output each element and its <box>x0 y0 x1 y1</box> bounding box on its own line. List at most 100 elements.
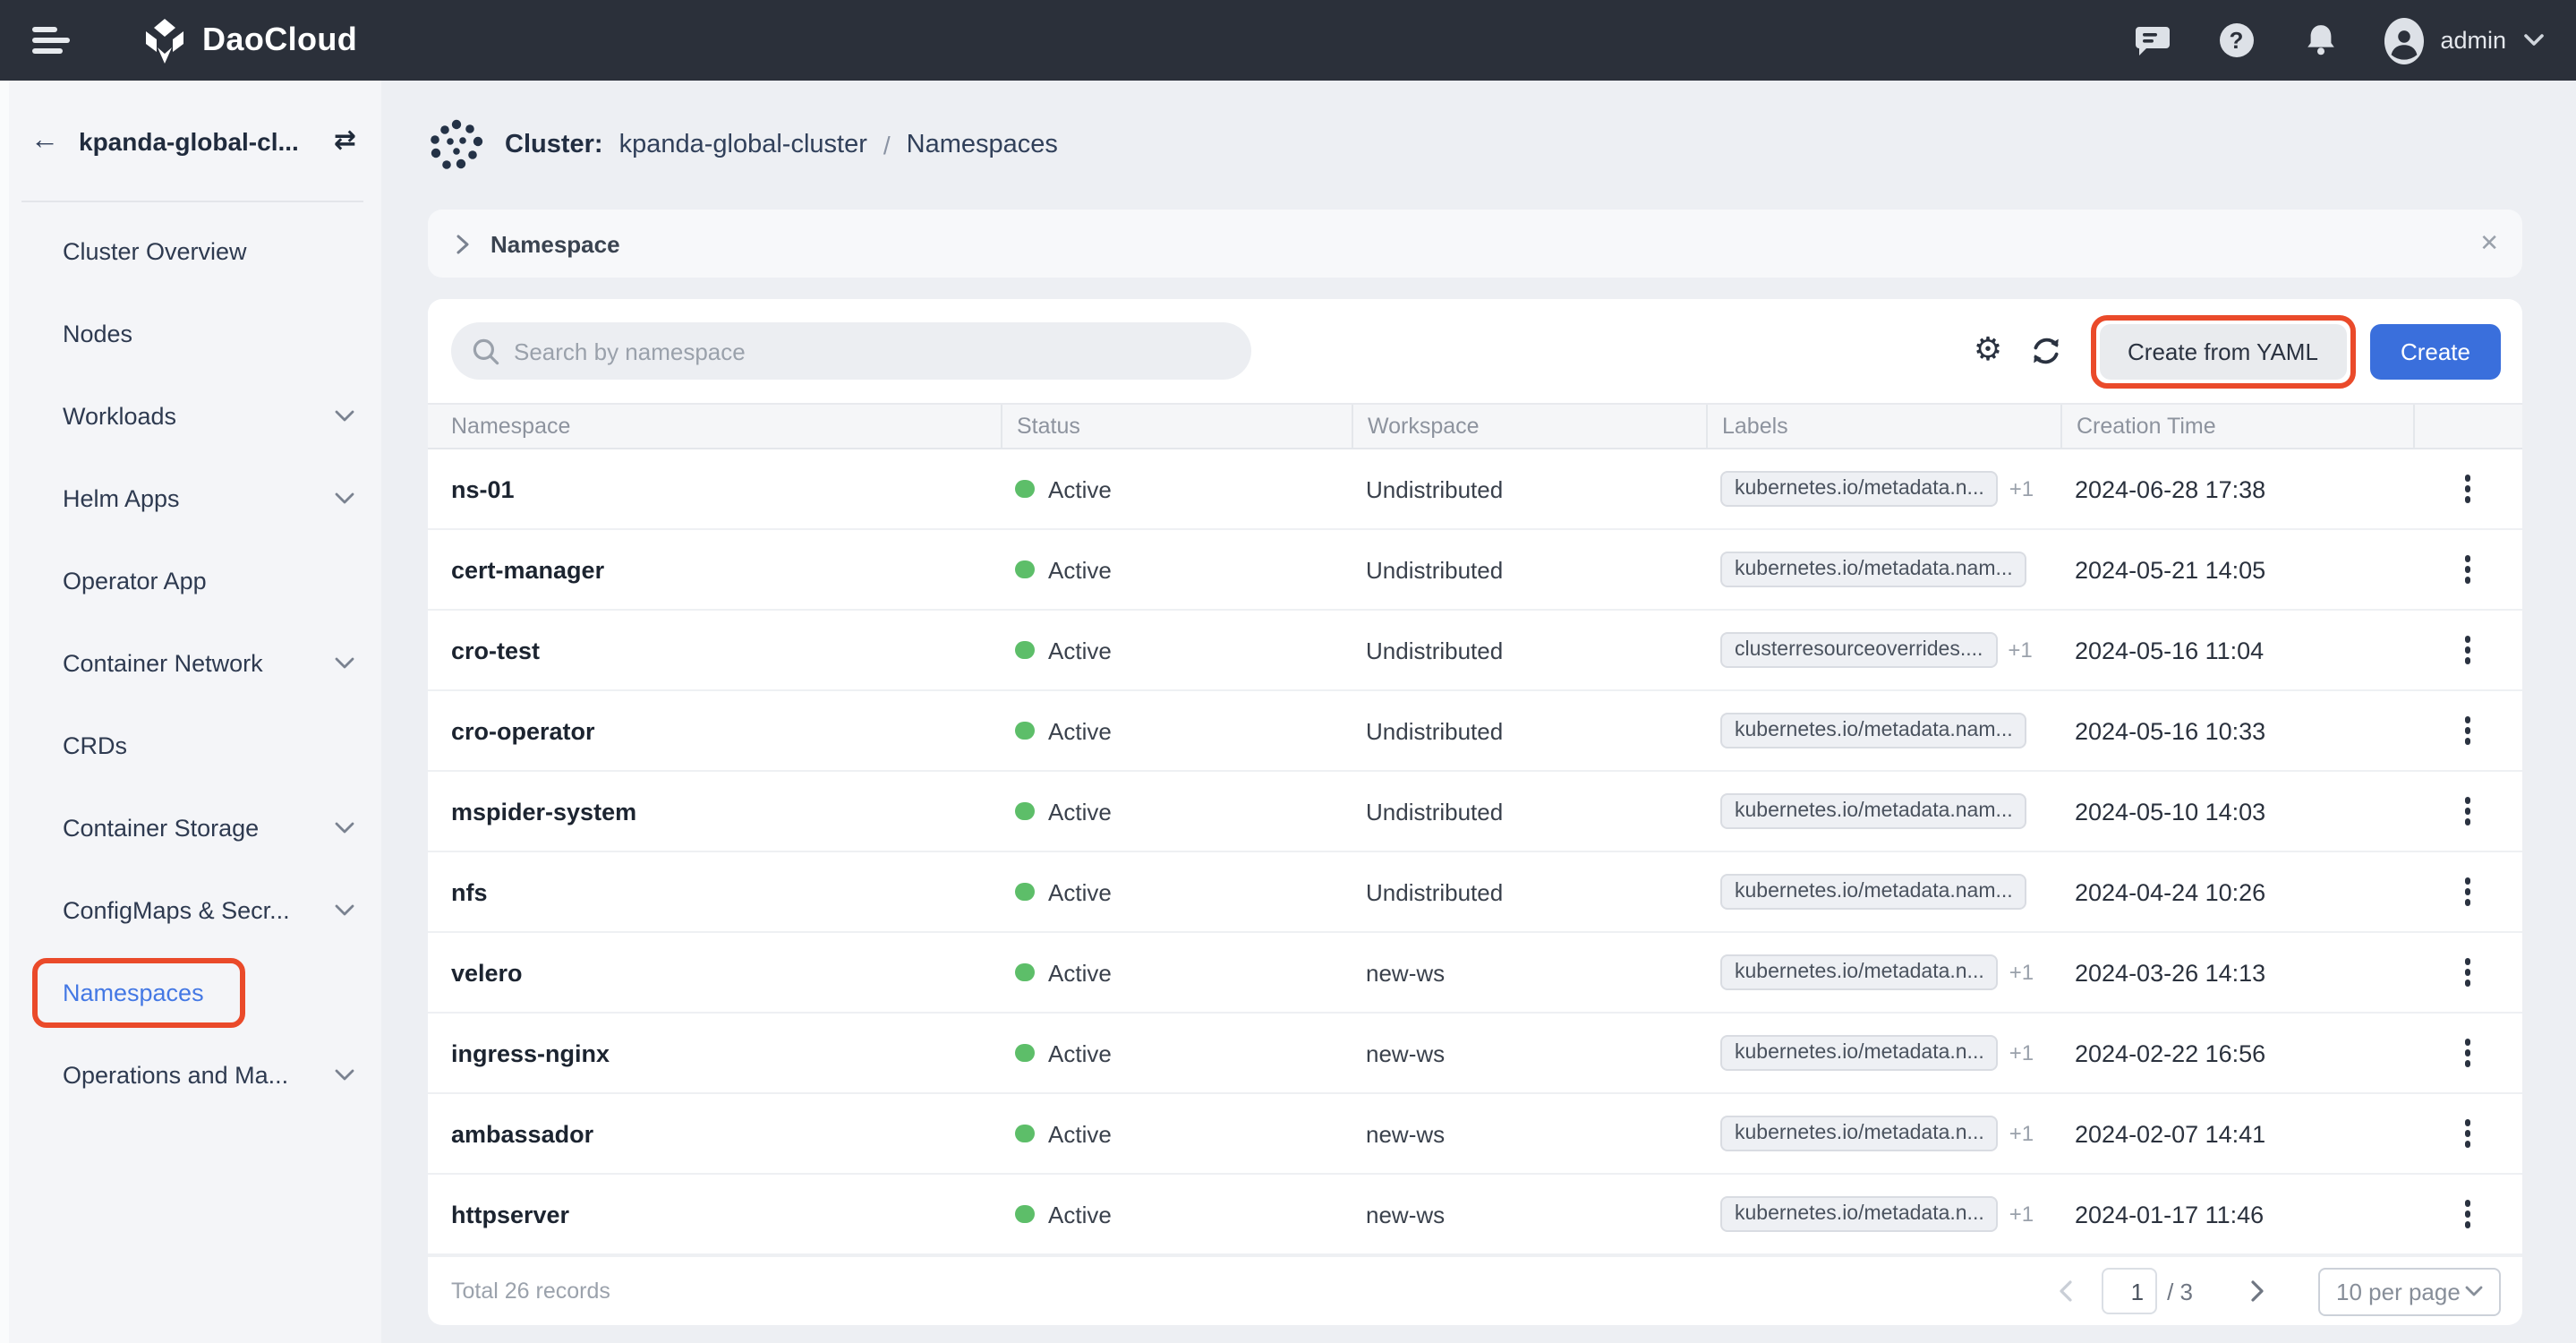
workspace-value: Undistributed <box>1366 475 1503 502</box>
namespace-collapse-panel[interactable]: Namespace ✕ <box>428 210 2522 278</box>
label-chip[interactable]: kubernetes.io/metadata.nam... <box>1720 713 2027 748</box>
creation-time-value: 2024-05-16 10:33 <box>2075 717 2265 744</box>
table-row-ambassador[interactable]: ambassador Active new-ws kubernetes.io/m… <box>428 1094 2522 1175</box>
status-text: Active <box>1048 1039 1112 1066</box>
sidebar-item-configmaps-secr[interactable]: ConfigMaps & Secr... <box>9 868 381 951</box>
label-extra-count[interactable]: +1 <box>2009 476 2034 501</box>
sidebar-cluster-name: kpanda-global-cl... <box>79 126 299 155</box>
row-actions-kebab-icon[interactable] <box>2458 1191 2478 1238</box>
label-chip[interactable]: kubernetes.io/metadata.n... <box>1720 1035 1999 1071</box>
page-size-select[interactable]: 10 per page <box>2318 1267 2501 1315</box>
settings-gear-icon[interactable]: ⚙ <box>1968 331 2008 371</box>
workspace-value: new-ws <box>1366 1201 1445 1228</box>
sidebar-item-cluster-overview[interactable]: Cluster Overview <box>9 210 381 292</box>
label-extra-count[interactable]: +1 <box>2009 1202 2034 1227</box>
label-chip[interactable]: kubernetes.io/metadata.nam... <box>1720 793 2027 829</box>
chevron-down-icon <box>335 1068 354 1081</box>
page-number-input[interactable] <box>2101 1268 2156 1314</box>
namespace-list-card: ⚙ Create from YAML Create <box>428 299 2522 1325</box>
column-header-workspace[interactable]: Workspace <box>1352 405 1706 448</box>
label-chip[interactable]: kubernetes.io/metadata.n... <box>1720 954 1999 990</box>
create-from-yaml-button[interactable]: Create from YAML <box>2099 323 2347 379</box>
label-chip[interactable]: kubernetes.io/metadata.nam... <box>1720 552 2027 587</box>
label-extra-count[interactable]: +1 <box>2008 637 2032 663</box>
label-extra-count[interactable]: +1 <box>2009 1121 2034 1146</box>
namespace-name[interactable]: mspider-system <box>451 798 636 825</box>
column-header-namespace[interactable]: Namespace <box>428 405 1001 448</box>
namespace-name[interactable]: cert-manager <box>451 556 604 583</box>
user-menu-chevron-down-icon[interactable] <box>2524 34 2544 47</box>
status-active-dot <box>1015 1044 1034 1063</box>
sidebar-item-operator-app[interactable]: Operator App <box>9 539 381 621</box>
label-extra-count[interactable]: +1 <box>2009 960 2034 985</box>
table-row-ingress-nginx[interactable]: ingress-nginx Active new-ws kubernetes.i… <box>428 1014 2522 1094</box>
next-page-icon[interactable] <box>2243 1277 2272 1305</box>
user-avatar[interactable] <box>2384 21 2424 60</box>
table-row-cro-test[interactable]: cro-test Active Undistributed clusterres… <box>428 611 2522 691</box>
namespace-name[interactable]: ambassador <box>451 1120 593 1147</box>
sidebar-item-nodes[interactable]: Nodes <box>9 292 381 374</box>
annotation-highlight-namespaces: Namespaces <box>32 957 245 1027</box>
namespace-name[interactable]: cro-test <box>451 637 540 663</box>
namespace-name[interactable]: ingress-nginx <box>451 1039 610 1066</box>
column-header-status[interactable]: Status <box>1001 405 1352 448</box>
back-arrow-icon[interactable]: ← <box>30 126 59 155</box>
username-label[interactable]: admin <box>2440 27 2506 54</box>
label-chip[interactable]: kubernetes.io/metadata.n... <box>1720 1196 1999 1232</box>
label-chip[interactable]: clusterresourceoverrides.... <box>1720 632 1997 668</box>
sidebar-item-helm-apps[interactable]: Helm Apps <box>9 457 381 539</box>
table-row-velero[interactable]: velero Active new-ws kubernetes.io/metad… <box>428 933 2522 1014</box>
sidebar-item-operations-and-ma[interactable]: Operations and Ma... <box>9 1033 381 1116</box>
namespace-name[interactable]: cro-operator <box>451 717 595 744</box>
row-actions-kebab-icon[interactable] <box>2458 1110 2478 1158</box>
search-box[interactable] <box>451 322 1251 380</box>
create-button[interactable]: Create <box>2370 323 2501 379</box>
namespace-name[interactable]: httpserver <box>451 1201 569 1228</box>
row-actions-kebab-icon[interactable] <box>2458 949 2478 997</box>
row-actions-kebab-icon[interactable] <box>2458 788 2478 835</box>
table-row-ns-01[interactable]: ns-01 Active Undistributed kubernetes.io… <box>428 449 2522 530</box>
row-actions-kebab-icon[interactable] <box>2458 707 2478 755</box>
sidebar-item-label: Nodes <box>63 320 132 346</box>
sidebar-item-container-storage[interactable]: Container Storage <box>9 786 381 868</box>
label-chip[interactable]: kubernetes.io/metadata.n... <box>1720 1116 1999 1151</box>
table-toolbar: ⚙ Create from YAML Create <box>428 299 2522 403</box>
table-row-mspider-system[interactable]: mspider-system Active Undistributed kube… <box>428 772 2522 852</box>
row-actions-kebab-icon[interactable] <box>2458 466 2478 513</box>
daocloud-logo: DaoCloud <box>141 17 357 64</box>
column-header-creation-time[interactable]: Creation Time <box>2060 405 2413 448</box>
previous-page-icon[interactable] <box>2051 1277 2079 1305</box>
help-icon[interactable]: ? <box>2216 21 2256 60</box>
row-actions-kebab-icon[interactable] <box>2458 1030 2478 1077</box>
table-row-httpserver[interactable]: httpserver Active new-ws kubernetes.io/m… <box>428 1175 2522 1255</box>
row-actions-kebab-icon[interactable] <box>2458 868 2478 916</box>
namespace-name[interactable]: velero <box>451 959 523 986</box>
column-header-labels[interactable]: Labels <box>1706 405 2060 448</box>
switch-cluster-icon[interactable]: ⇄ <box>334 127 356 154</box>
message-icon[interactable] <box>2132 21 2171 60</box>
table-row-nfs[interactable]: nfs Active Undistributed kubernetes.io/m… <box>428 852 2522 933</box>
status-text: Active <box>1048 475 1112 502</box>
sidebar-item-label: Operator App <box>63 567 207 594</box>
toolbar-actions: ⚙ Create from YAML Create <box>1968 314 2501 388</box>
namespace-name[interactable]: ns-01 <box>451 475 515 502</box>
row-actions-kebab-icon[interactable] <box>2458 546 2478 594</box>
table-row-cert-manager[interactable]: cert-manager Active Undistributed kubern… <box>428 530 2522 611</box>
refresh-icon[interactable] <box>2026 331 2065 371</box>
close-icon[interactable]: ✕ <box>2479 230 2499 257</box>
namespace-name[interactable]: nfs <box>451 878 488 905</box>
workspace-value: new-ws <box>1366 1039 1445 1066</box>
sidebar-item-container-network[interactable]: Container Network <box>9 621 381 704</box>
menu-hamburger-icon[interactable] <box>32 27 70 54</box>
notifications-bell-icon[interactable] <box>2300 21 2340 60</box>
label-extra-count[interactable]: +1 <box>2009 1040 2034 1065</box>
label-chip[interactable]: kubernetes.io/metadata.n... <box>1720 471 1999 507</box>
sidebar-item-workloads[interactable]: Workloads <box>9 374 381 457</box>
label-chip[interactable]: kubernetes.io/metadata.nam... <box>1720 874 2027 910</box>
sidebar-item-crds[interactable]: CRDs <box>9 704 381 786</box>
table-row-cro-operator[interactable]: cro-operator Active Undistributed kubern… <box>428 691 2522 772</box>
breadcrumb-cluster-name[interactable]: kpanda-global-cluster <box>619 131 867 159</box>
search-input[interactable] <box>514 338 1230 364</box>
sidebar-item-namespaces[interactable]: Namespaces <box>9 951 381 1033</box>
row-actions-kebab-icon[interactable] <box>2458 627 2478 674</box>
